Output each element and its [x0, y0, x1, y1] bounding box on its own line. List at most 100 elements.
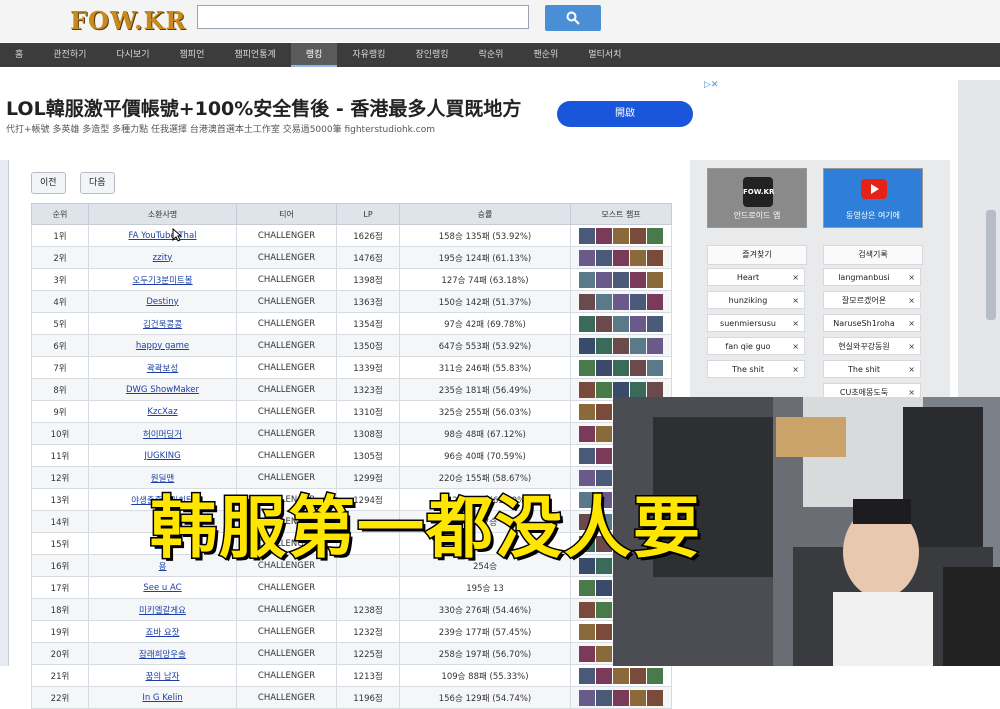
summoner-name-link[interactable]: zzity: [153, 253, 173, 263]
nav-item[interactable]: 멀티서치: [573, 43, 636, 67]
champion-icon[interactable]: [596, 689, 612, 706]
champion-icon[interactable]: [647, 271, 663, 288]
champion-icon[interactable]: [596, 601, 612, 618]
history-item[interactable]: The shit ×: [823, 360, 921, 378]
champion-icon[interactable]: [596, 403, 612, 420]
champion-icon[interactable]: [647, 337, 663, 354]
ad-title[interactable]: LOL韓服激平價帳號+100%安全售後 - 香港最多人買既地方: [6, 94, 521, 121]
champion-icon[interactable]: [613, 271, 629, 288]
prev-page-button[interactable]: 이전: [31, 172, 66, 194]
favorite-item[interactable]: suenmiersusu ×: [707, 314, 805, 332]
champion-icon[interactable]: [613, 381, 629, 398]
champion-icon[interactable]: [613, 227, 629, 244]
champion-icon[interactable]: [596, 425, 612, 442]
champion-icon[interactable]: [579, 667, 595, 684]
champion-icon[interactable]: [579, 271, 595, 288]
champion-icon[interactable]: [647, 293, 663, 310]
ad-banner[interactable]: LOL韓服激平價帳號+100%安全售後 - 香港最多人買既地方 代打+帳號 多英…: [0, 80, 725, 148]
summoner-name-link[interactable]: In G Kelin: [142, 693, 182, 703]
champion-icon[interactable]: [579, 645, 595, 662]
history-item[interactable]: 잘모르겠어욘 ×: [823, 291, 921, 309]
summoner-name-link[interactable]: 잠래희망우솔: [139, 650, 186, 660]
champion-icon[interactable]: [613, 315, 629, 332]
favorite-item[interactable]: fan qie guo ×: [707, 337, 805, 355]
summoner-name-link[interactable]: 꿈의 남자: [146, 672, 180, 682]
remove-icon[interactable]: ×: [908, 269, 915, 287]
champion-icon[interactable]: [596, 337, 612, 354]
champion-icon[interactable]: [579, 403, 595, 420]
champion-icon[interactable]: [579, 447, 595, 464]
summoner-name-link[interactable]: 허이머딩거: [143, 430, 182, 440]
champion-icon[interactable]: [596, 271, 612, 288]
history-item[interactable]: 현실와꾸강동원 ×: [823, 337, 921, 355]
video-button[interactable]: 동영상은 여기에: [823, 168, 923, 228]
champion-icon[interactable]: [596, 623, 612, 640]
summoner-name-link[interactable]: 죠바 요잣: [146, 628, 180, 638]
nav-item[interactable]: 랭킹: [290, 43, 338, 67]
champion-icon[interactable]: [613, 689, 629, 706]
champion-icon[interactable]: [630, 293, 646, 310]
champion-icon[interactable]: [596, 227, 612, 244]
champion-icon[interactable]: [596, 447, 612, 464]
nav-item[interactable]: 팬순위: [518, 43, 573, 67]
remove-icon[interactable]: ×: [908, 315, 915, 333]
nav-item[interactable]: 관전하기: [38, 43, 101, 67]
champion-icon[interactable]: [579, 227, 595, 244]
summoner-name-link[interactable]: 미키엘갈게요: [139, 606, 186, 616]
summoner-name-link[interactable]: 곽곽보성: [147, 364, 178, 374]
summoner-name-link[interactable]: 오두기3분미트볼: [132, 276, 192, 286]
champion-icon[interactable]: [630, 249, 646, 266]
champion-icon[interactable]: [596, 579, 612, 596]
champion-icon[interactable]: [579, 293, 595, 310]
history-item[interactable]: langmanbusi ×: [823, 268, 921, 286]
favorite-item[interactable]: hunziking ×: [707, 291, 805, 309]
champion-icon[interactable]: [596, 381, 612, 398]
champion-icon[interactable]: [596, 667, 612, 684]
champion-icon[interactable]: [647, 381, 663, 398]
summoner-name-link[interactable]: See u AC: [143, 583, 181, 593]
nav-item[interactable]: 자유랭킹: [337, 43, 400, 67]
champion-icon[interactable]: [630, 359, 646, 376]
summoner-name-link[interactable]: KzcXaz: [147, 407, 177, 417]
remove-icon[interactable]: ×: [908, 361, 915, 379]
summoner-name-link[interactable]: 김건욱콩콩: [143, 320, 182, 330]
remove-icon[interactable]: ×: [792, 292, 799, 310]
remove-icon[interactable]: ×: [792, 338, 799, 356]
champion-icon[interactable]: [647, 689, 663, 706]
champion-icon[interactable]: [579, 689, 595, 706]
champion-icon[interactable]: [579, 315, 595, 332]
champion-icon[interactable]: [579, 337, 595, 354]
scrollbar-thumb[interactable]: [986, 210, 996, 320]
search-button[interactable]: [545, 5, 601, 31]
champion-icon[interactable]: [630, 271, 646, 288]
champion-icon[interactable]: [579, 381, 595, 398]
champion-icon[interactable]: [596, 315, 612, 332]
champion-icon[interactable]: [647, 249, 663, 266]
summoner-name-link[interactable]: happy game: [136, 341, 189, 351]
nav-item[interactable]: 챔피언통계: [219, 43, 290, 67]
champion-icon[interactable]: [630, 689, 646, 706]
search-input[interactable]: [197, 5, 529, 29]
champion-icon[interactable]: [596, 249, 612, 266]
nav-item[interactable]: 홈: [0, 43, 38, 67]
favorite-item[interactable]: The shit ×: [707, 360, 805, 378]
remove-icon[interactable]: ×: [792, 361, 799, 379]
champion-icon[interactable]: [579, 623, 595, 640]
next-page-button[interactable]: 다음: [80, 172, 115, 194]
champion-icon[interactable]: [579, 359, 595, 376]
champion-icon[interactable]: [579, 249, 595, 266]
remove-icon[interactable]: ×: [908, 338, 915, 356]
champion-icon[interactable]: [647, 227, 663, 244]
champion-icon[interactable]: [630, 337, 646, 354]
summoner-name-link[interactable]: JUGKING: [144, 451, 180, 461]
android-app-button[interactable]: FOW.KR 안드로이드 앱: [707, 168, 807, 228]
champion-icon[interactable]: [630, 667, 646, 684]
champion-icon[interactable]: [596, 293, 612, 310]
champion-icon[interactable]: [579, 579, 595, 596]
nav-item[interactable]: 챔피언: [165, 43, 220, 67]
remove-icon[interactable]: ×: [792, 269, 799, 287]
ad-close-icon[interactable]: ▷✕: [704, 80, 718, 90]
champion-icon[interactable]: [647, 315, 663, 332]
champion-icon[interactable]: [647, 667, 663, 684]
history-item[interactable]: NaruseSh1roha ×: [823, 314, 921, 332]
